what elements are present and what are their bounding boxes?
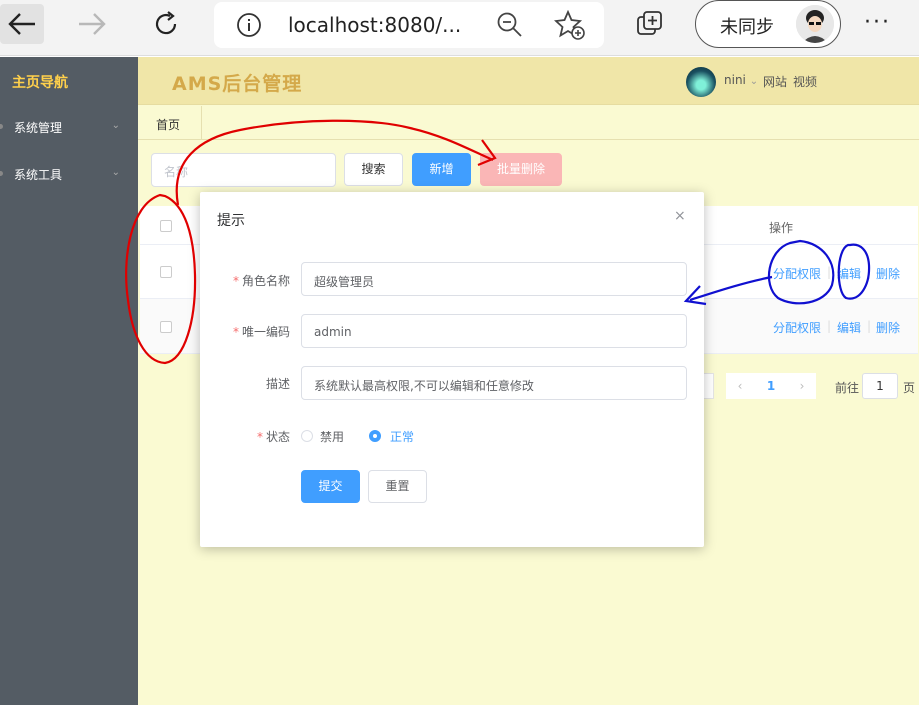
header-link-video[interactable]: 视频 [793, 73, 817, 90]
name-search-input[interactable]: 名称 [151, 153, 336, 187]
forward-arrow-icon [79, 13, 106, 35]
header-link-website[interactable]: 网站 [763, 73, 787, 90]
add-favorite-icon[interactable] [554, 10, 586, 40]
status-label: * 状态 [256, 430, 290, 444]
goto-unit: 页 [903, 381, 916, 395]
url-text[interactable]: localhost:8080/... [288, 13, 461, 37]
tab-home[interactable]: 首页 [138, 106, 202, 140]
brand-title: AMS后台管理 [172, 73, 303, 95]
dialog-title: 提示 [217, 213, 245, 229]
collections-icon[interactable] [634, 8, 666, 40]
role-name-label: * 角色名称 [232, 274, 290, 288]
action-separator: | [827, 265, 832, 279]
sidebar-item-system-management[interactable]: 系统管理 ⌄ [0, 119, 138, 139]
sidebar-item-label: 系统管理 [14, 121, 63, 135]
browser-toolbar: localhost:8080/... 未同步 ··· [0, 0, 919, 56]
edit-link[interactable]: 编辑 [837, 319, 861, 336]
info-icon[interactable] [236, 12, 262, 38]
status-disabled-label[interactable]: 禁用 [320, 428, 344, 445]
role-edit-dialog: 提示 × * 角色名称 超级管理员 * 唯一编码 admin 描述 系统默认最高权限… [200, 192, 704, 547]
row-checkbox[interactable] [160, 266, 172, 278]
status-disabled-radio[interactable] [301, 430, 313, 442]
column-header-operations: 操作 [769, 221, 794, 235]
edit-link[interactable]: 编辑 [837, 265, 861, 282]
close-icon[interactable]: × [674, 208, 686, 224]
pagination-next-button[interactable]: › [788, 373, 816, 399]
status-normal-label[interactable]: 正常 [390, 428, 414, 445]
sidebar-item-label: 系统工具 [14, 168, 63, 182]
goto-label: 前往 [835, 381, 860, 395]
reload-icon [155, 11, 177, 35]
menu-dot-icon [0, 124, 3, 129]
forward-button[interactable] [70, 4, 114, 44]
user-avatar[interactable] [686, 67, 716, 97]
page-size-select[interactable] [704, 373, 714, 399]
profile-avatar [796, 5, 834, 43]
description-label: 描述 [265, 377, 290, 391]
chevron-down-icon: ⌄ [111, 167, 120, 178]
assign-permissions-link[interactable]: 分配权限 [773, 265, 821, 282]
required-mark: * [232, 325, 239, 339]
more-menu-button[interactable]: ··· [864, 10, 891, 35]
submit-button[interactable]: 提交 [301, 470, 360, 503]
search-button[interactable]: 搜索 [344, 153, 403, 186]
role-name-input[interactable]: 超级管理员 [301, 262, 687, 296]
select-all-checkbox[interactable] [160, 220, 172, 232]
status-normal-radio[interactable] [369, 430, 381, 442]
address-bar[interactable]: localhost:8080/... [214, 2, 604, 48]
assign-permissions-link[interactable]: 分配权限 [773, 319, 821, 336]
sidebar-item-system-tools[interactable]: 系统工具 ⌄ [0, 166, 138, 186]
zoom-out-icon[interactable] [496, 11, 524, 39]
delete-link[interactable]: 删除 [876, 265, 900, 282]
batch-delete-button[interactable]: 批量删除 [480, 153, 562, 186]
chevron-down-icon: ⌄ [749, 76, 759, 87]
tab-bar: 首页 [138, 106, 919, 140]
menu-dot-icon [0, 171, 3, 176]
delete-link[interactable]: 删除 [876, 319, 900, 336]
action-separator: | [867, 265, 872, 279]
unique-code-label: * 唯一编码 [232, 325, 290, 339]
goto-page-input[interactable]: 1 [862, 373, 898, 399]
sidebar-header[interactable]: 主页导航 [0, 72, 68, 92]
description-input[interactable]: 系统默认最高权限,不可以编辑和任意修改 [301, 366, 687, 400]
pagination-prev-button[interactable]: ‹ [726, 373, 754, 399]
reset-button[interactable]: 重置 [368, 470, 427, 503]
back-arrow-icon [8, 13, 35, 35]
user-name-dropdown[interactable]: nini ⌄ [724, 73, 758, 87]
sync-label: 未同步 [720, 17, 774, 38]
sidebar: 主页导航 系统管理 ⌄ 系统工具 ⌄ [0, 57, 138, 705]
add-button[interactable]: 新增 [412, 153, 471, 186]
chevron-down-icon: ⌄ [111, 120, 120, 131]
row-checkbox[interactable] [160, 321, 172, 333]
reload-button[interactable] [144, 4, 188, 44]
action-separator: | [827, 319, 832, 333]
pagination-page[interactable]: 1 [754, 373, 788, 399]
action-separator: | [867, 319, 872, 333]
back-button[interactable] [0, 4, 44, 44]
profile-sync-button[interactable]: 未同步 [695, 0, 841, 48]
required-mark: * [256, 430, 263, 444]
required-mark: * [232, 274, 239, 288]
unique-code-input[interactable]: admin [301, 314, 687, 348]
app-header: AMS后台管理 nini ⌄ 网站 视频 [138, 57, 919, 105]
